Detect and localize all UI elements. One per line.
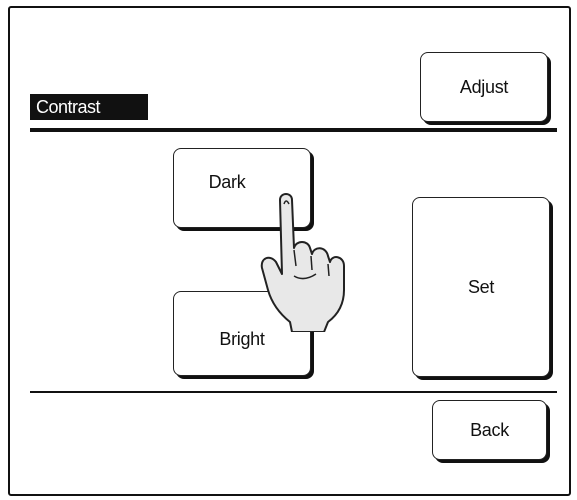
adjust-button[interactable]: Adjust <box>420 52 548 122</box>
dark-button-label: Dark <box>208 171 246 192</box>
adjust-button-label: Adjust <box>459 76 509 97</box>
page-title: Contrast <box>30 94 148 120</box>
pointing-hand-icon <box>260 193 345 332</box>
bright-button-label: Bright <box>219 329 265 349</box>
set-button[interactable]: Set <box>412 197 550 377</box>
footer-divider <box>30 391 557 393</box>
header-divider <box>30 128 557 132</box>
back-button[interactable]: Back <box>432 400 547 460</box>
set-button-label: Set <box>467 276 495 297</box>
back-button-label: Back <box>470 419 509 440</box>
